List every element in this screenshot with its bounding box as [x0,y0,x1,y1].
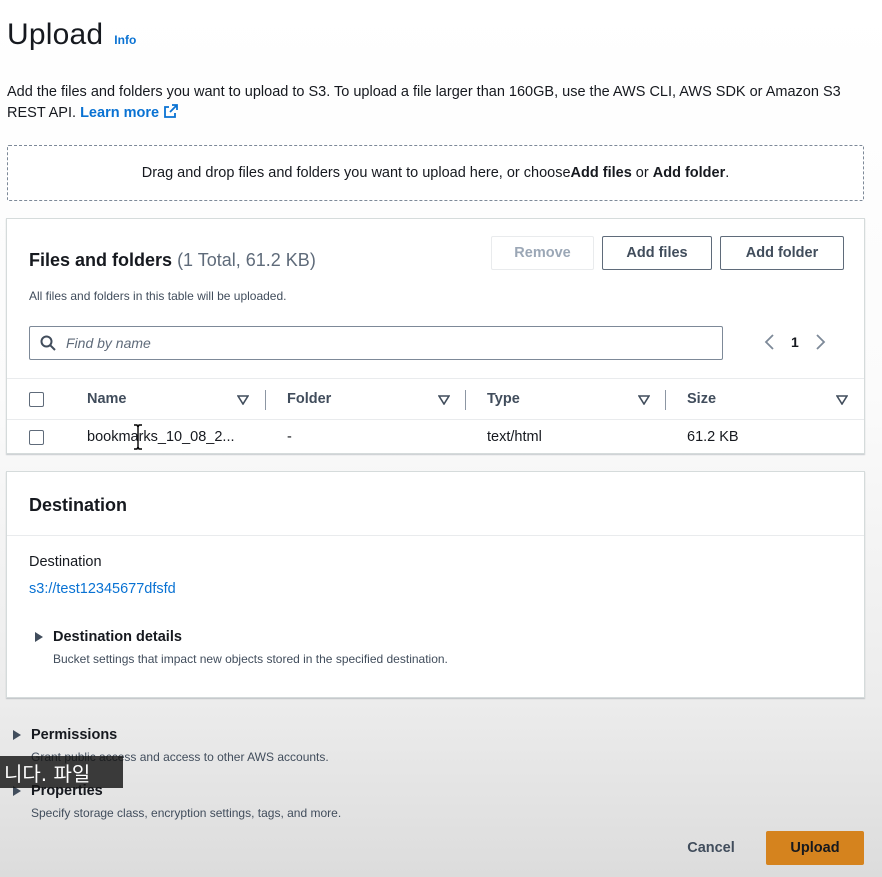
caret-right-icon [35,632,43,642]
drop-zone[interactable]: Drag and drop files and folders you want… [7,145,864,201]
pagination: 1 [763,333,827,351]
external-link-icon [164,104,178,118]
permissions-toggle[interactable]: Permissions [13,727,117,743]
column-divider[interactable] [265,390,266,410]
dropzone-or: or [631,165,653,181]
destination-details-label[interactable]: Destination details [53,629,182,645]
divider [7,535,864,536]
row-checkbox[interactable] [29,430,44,445]
page-description: Add the files and folders you want to up… [7,82,867,124]
files-count: (1 Total, 61.2 KB) [177,250,316,270]
dropzone-suffix: . [725,165,730,181]
sort-icon[interactable] [638,395,650,405]
file-folder: - [287,429,292,445]
table-header: Name Folder Type Size [7,378,864,420]
destination-label: Destination [29,554,102,570]
search-input[interactable] [66,335,666,351]
destination-details-toggle[interactable]: Destination details [35,629,182,645]
chevron-right-icon[interactable] [815,333,827,351]
sort-icon[interactable] [438,395,450,405]
file-name: bookmarks_10_08_2... [87,429,235,445]
file-size: 61.2 KB [687,429,739,445]
remove-button[interactable]: Remove [491,236,594,270]
column-header-folder[interactable]: Folder [287,391,331,407]
column-divider[interactable] [665,390,666,410]
select-all-checkbox[interactable] [29,392,44,407]
search-box[interactable] [29,326,723,360]
learn-more-label[interactable]: Learn more [80,105,159,121]
sort-icon[interactable] [836,395,848,405]
column-header-type[interactable]: Type [487,391,520,407]
destination-link[interactable]: s3://test12345677dfsfd [29,581,176,597]
dropzone-add-files: Add files [570,165,632,181]
current-page[interactable]: 1 [791,334,799,350]
destination-panel: Destination Destination s3://test1234567… [6,471,865,698]
dropzone-prefix: Drag and drop files and folders you want… [141,165,571,181]
destination-details-desc: Bucket settings that impact new objects … [53,652,448,666]
column-header-size[interactable]: Size [687,391,716,407]
file-type: text/html [487,429,542,445]
learn-more-link[interactable]: Learn more [80,104,179,121]
search-icon [40,335,56,351]
permissions-label[interactable]: Permissions [31,727,117,743]
chevron-left-icon[interactable] [763,333,775,351]
caret-right-icon [13,730,21,740]
video-subtitle: 니다. 파일 [0,756,123,788]
upload-button[interactable]: Upload [766,831,864,865]
column-divider[interactable] [465,390,466,410]
dropzone-add-folder: Add folder [652,165,726,181]
text-cursor-icon [134,424,142,450]
cancel-button[interactable]: Cancel [673,832,749,864]
add-folder-button[interactable]: Add folder [720,236,844,270]
files-panel-title-text: Files and folders [29,250,173,270]
column-header-name[interactable]: Name [87,391,127,407]
files-panel-title: Files and folders (1 Total, 61.2 KB) [29,250,316,271]
add-files-button[interactable]: Add files [602,236,712,270]
files-and-folders-panel: Files and folders (1 Total, 61.2 KB) All… [6,218,865,454]
info-link[interactable]: Info [114,33,136,47]
properties-desc: Specify storage class, encryption settin… [31,806,342,820]
destination-title: Destination [29,495,128,515]
files-panel-subtitle: All files and folders in this table will… [29,289,287,303]
page-title: Upload [7,18,104,51]
sort-icon[interactable] [237,395,249,405]
page-header: Upload Info [7,18,136,52]
